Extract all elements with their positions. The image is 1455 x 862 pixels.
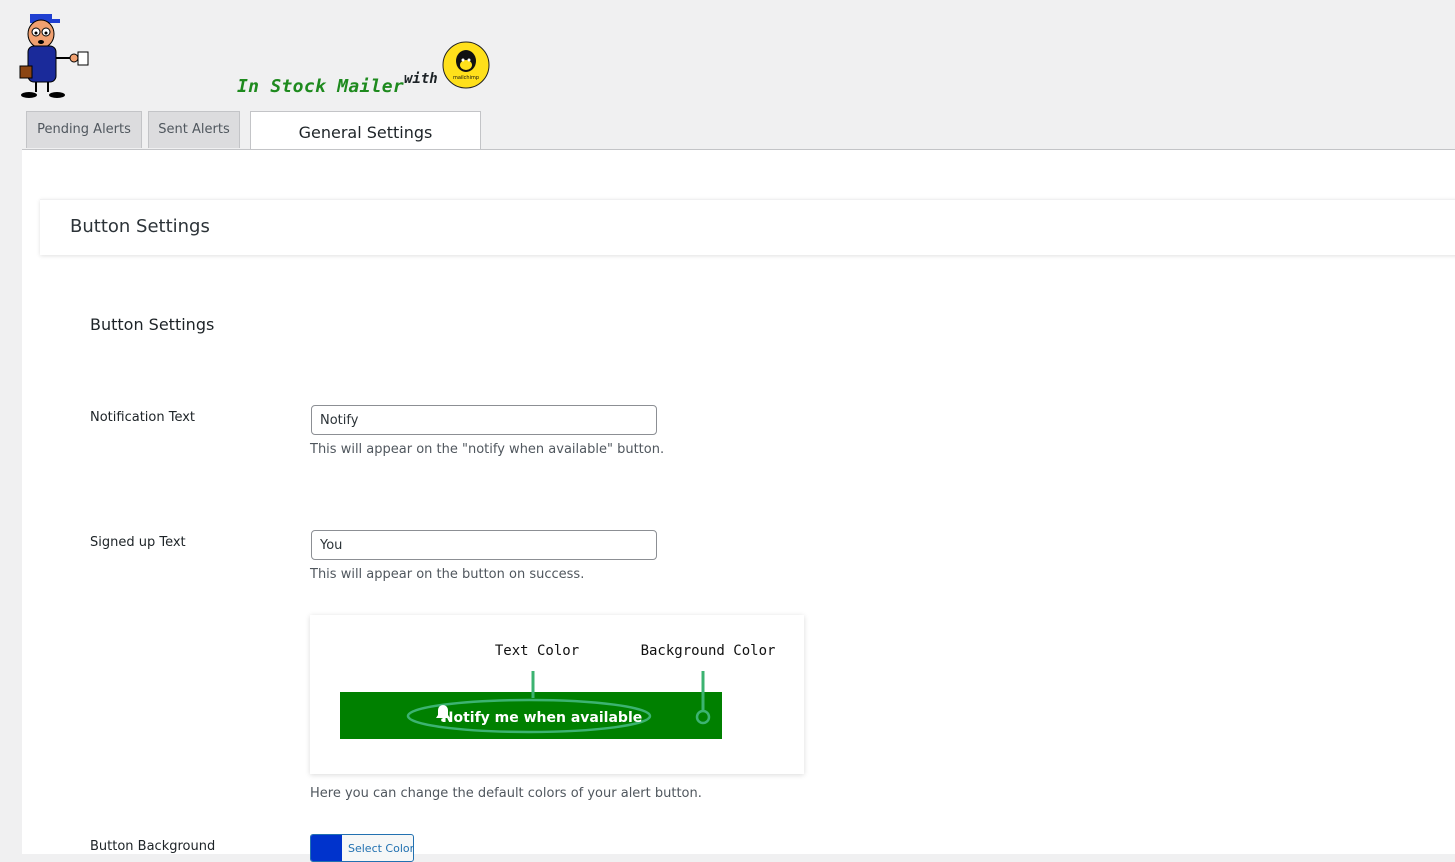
subsection-title: Button Settings bbox=[90, 315, 215, 334]
signed-up-text-input[interactable] bbox=[311, 530, 657, 560]
preview-description: Here you can change the default colors o… bbox=[310, 786, 702, 801]
select-color-button[interactable]: Select Color bbox=[348, 842, 413, 855]
button-preview-diagram: Text Color Background Color Notify me wh… bbox=[340, 643, 776, 739]
mailman-mascot-icon bbox=[19, 14, 89, 98]
mailchimp-logo-text: mailchimp bbox=[453, 75, 479, 81]
app-title: In Stock Mailer bbox=[237, 76, 405, 97]
section-header-card: Button Settings bbox=[40, 199, 1455, 255]
signed-up-text-label: Signed up Text bbox=[90, 535, 186, 550]
signed-up-text-description: This will appear on the button on succes… bbox=[310, 567, 585, 582]
with-label: with bbox=[404, 71, 438, 87]
notification-text-input[interactable] bbox=[311, 405, 657, 435]
notification-text-description: This will appear on the "notify when ava… bbox=[310, 442, 665, 457]
button-background-color-picker[interactable]: Select Color bbox=[310, 834, 414, 862]
color-swatch[interactable] bbox=[311, 835, 342, 861]
tab-sent-alerts[interactable]: Sent Alerts bbox=[148, 111, 240, 148]
button-color-preview: Text Color Background Color Notify me wh… bbox=[310, 615, 804, 774]
plugin-header: In Stock Mailer with mailchimp bbox=[0, 0, 1455, 112]
section-title: Button Settings bbox=[70, 216, 210, 237]
sample-button-label: Notify me when available bbox=[442, 710, 643, 726]
text-color-annotation: Text Color bbox=[495, 643, 579, 659]
button-background-label: Button Background bbox=[90, 839, 216, 854]
tab-general-settings[interactable]: General Settings bbox=[250, 111, 481, 150]
background-color-annotation: Background Color bbox=[641, 643, 776, 659]
tab-pending-alerts[interactable]: Pending Alerts bbox=[26, 111, 142, 148]
mailchimp-logo-icon: mailchimp bbox=[442, 41, 490, 89]
settings-panel: Button Settings Button Settings Notifica… bbox=[22, 149, 1455, 862]
notification-text-label: Notification Text bbox=[90, 410, 196, 425]
